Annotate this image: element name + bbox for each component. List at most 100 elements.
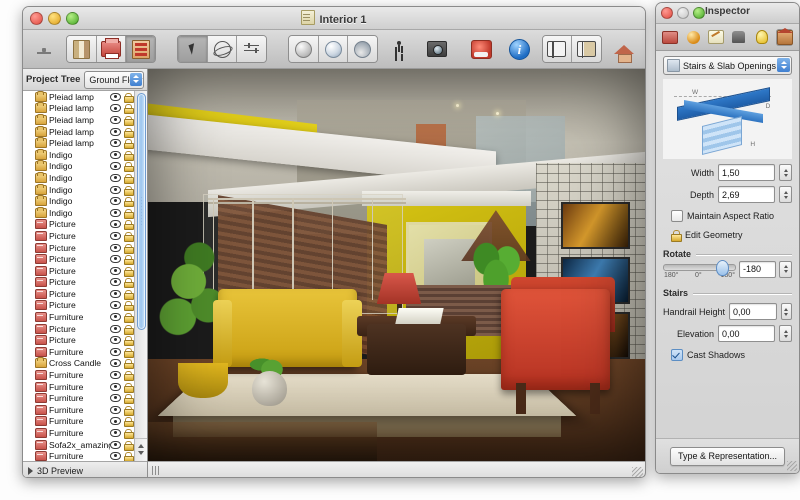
visibility-toggle-icon[interactable] xyxy=(110,313,121,322)
visibility-toggle-icon[interactable] xyxy=(110,440,121,449)
viewport-3d[interactable] xyxy=(148,69,645,461)
tree-item[interactable]: Furniture xyxy=(23,450,135,461)
lock-toggle-icon[interactable] xyxy=(124,104,134,115)
lock-toggle-icon[interactable] xyxy=(124,301,134,312)
visibility-toggle-icon[interactable] xyxy=(110,243,121,252)
toolbar-button-select[interactable] xyxy=(178,36,208,62)
visibility-toggle-icon[interactable] xyxy=(110,197,121,206)
visibility-toggle-icon[interactable] xyxy=(110,115,121,124)
cast-shadows-checkbox[interactable] xyxy=(671,349,683,361)
toolbar-button-scale[interactable] xyxy=(29,35,59,63)
floor-select-stepper[interactable] xyxy=(130,72,142,86)
toolbar-button-objects[interactable] xyxy=(467,35,497,63)
width-input[interactable]: 1,50 xyxy=(718,164,775,181)
project-tree-scrollbar[interactable] xyxy=(134,91,147,461)
tree-item[interactable]: Picture xyxy=(23,334,135,347)
tree-item[interactable]: Furniture xyxy=(23,404,135,416)
tree-item[interactable]: Furniture xyxy=(23,311,135,324)
floor-select[interactable]: Ground Floor xyxy=(84,70,144,89)
tree-item[interactable]: Pleiad lamp xyxy=(23,137,135,150)
category-select[interactable]: Stairs & Slab Openings xyxy=(663,56,792,75)
tab-lights[interactable] xyxy=(753,29,770,46)
toolbar-button-render-matte[interactable] xyxy=(289,36,319,62)
toolbar-button-info[interactable]: i xyxy=(504,35,534,63)
tree-item[interactable]: Indigo xyxy=(23,206,135,219)
lock-toggle-icon[interactable] xyxy=(124,382,134,393)
visibility-toggle-icon[interactable] xyxy=(110,173,121,182)
lock-toggle-icon[interactable] xyxy=(124,92,134,103)
lock-toggle-icon[interactable] xyxy=(124,417,134,428)
visibility-toggle-icon[interactable] xyxy=(110,231,121,240)
lock-toggle-icon[interactable] xyxy=(124,266,134,277)
lock-toggle-icon[interactable] xyxy=(124,197,134,208)
toolbar-button-render-shadow[interactable] xyxy=(348,36,377,62)
tree-item[interactable]: Picture xyxy=(23,300,135,312)
tree-item[interactable]: Furniture xyxy=(23,369,135,382)
tab-camera[interactable] xyxy=(730,29,747,46)
toolbar-button-render-glossy[interactable] xyxy=(318,36,349,62)
tab-materials[interactable] xyxy=(685,29,702,46)
toolbar-button-camera[interactable] xyxy=(422,35,452,63)
scrollbar-arrows[interactable] xyxy=(135,438,147,461)
toolbar-button-split-view[interactable] xyxy=(542,36,573,62)
tab-furniture[interactable] xyxy=(662,29,679,46)
toolbar-button-render-view[interactable] xyxy=(572,36,601,62)
tree-item[interactable]: Pleiad lamp xyxy=(23,102,135,115)
visibility-toggle-icon[interactable] xyxy=(110,150,121,159)
visibility-toggle-icon[interactable] xyxy=(110,139,121,148)
tree-item[interactable]: Picture xyxy=(23,288,135,300)
lock-toggle-icon[interactable] xyxy=(124,231,134,242)
lock-toggle-icon[interactable] xyxy=(124,150,134,161)
tree-item[interactable]: Furniture xyxy=(23,392,135,405)
lock-toggle-icon[interactable] xyxy=(124,139,134,150)
inspector-resize-handle[interactable] xyxy=(787,461,797,471)
visibility-toggle-icon[interactable] xyxy=(110,405,121,414)
scrollbar-grip[interactable] xyxy=(152,466,160,475)
visibility-toggle-icon[interactable] xyxy=(110,301,121,310)
toolbar-button-walkthrough[interactable] xyxy=(385,35,415,63)
preview-toggle[interactable]: 3D Preview xyxy=(23,461,147,477)
inspector-titlebar[interactable]: Inspector xyxy=(656,3,799,24)
lock-toggle-icon[interactable] xyxy=(124,313,134,324)
visibility-toggle-icon[interactable] xyxy=(110,371,121,380)
visibility-toggle-icon[interactable] xyxy=(110,208,121,217)
lock-toggle-icon[interactable] xyxy=(124,440,134,451)
visibility-toggle-icon[interactable] xyxy=(110,162,121,171)
lock-toggle-icon[interactable] xyxy=(124,127,134,138)
project-tree-body[interactable]: Pleiad lamp Pleiad lamp Pleiad lamp Pleiad … xyxy=(23,91,147,461)
tree-item[interactable]: Sofa2x_amazing xyxy=(23,439,135,451)
lock-toggle-icon[interactable] xyxy=(124,371,134,382)
elevation-stepper[interactable] xyxy=(779,325,792,342)
tree-item[interactable]: Picture xyxy=(23,265,135,277)
tree-item[interactable]: Furniture xyxy=(23,427,135,440)
tab-building[interactable] xyxy=(776,27,794,46)
visibility-toggle-icon[interactable] xyxy=(110,278,121,287)
visibility-toggle-icon[interactable] xyxy=(110,394,121,403)
toolbar-button-orbit[interactable] xyxy=(207,36,238,62)
lock-toggle-icon[interactable] xyxy=(124,359,134,370)
tree-item[interactable]: Furniture xyxy=(23,416,135,428)
tree-item[interactable]: Picture xyxy=(23,230,135,242)
tree-item[interactable]: Indigo xyxy=(23,183,135,196)
visibility-toggle-icon[interactable] xyxy=(110,359,121,368)
cast-shadows-row[interactable]: Cast Shadows xyxy=(663,349,792,361)
visibility-toggle-icon[interactable] xyxy=(110,266,121,275)
tree-item[interactable]: Picture xyxy=(23,219,135,231)
lock-toggle-icon[interactable] xyxy=(124,255,134,266)
lock-toggle-icon[interactable] xyxy=(124,452,134,461)
lock-toggle-icon[interactable] xyxy=(124,405,134,416)
visibility-toggle-icon[interactable] xyxy=(110,324,121,333)
project-tree-list[interactable]: Pleiad lamp Pleiad lamp Pleiad lamp Pleiad … xyxy=(23,91,135,461)
tree-item[interactable]: Picture xyxy=(23,323,135,335)
toolbar-button-print[interactable] xyxy=(96,36,127,62)
maintain-aspect-checkbox[interactable] xyxy=(671,210,683,222)
category-select-stepper[interactable] xyxy=(777,58,790,72)
tree-item[interactable]: Cross Candle xyxy=(23,357,135,370)
depth-stepper[interactable] xyxy=(779,186,792,203)
visibility-toggle-icon[interactable] xyxy=(110,104,121,113)
visibility-toggle-icon[interactable] xyxy=(110,429,121,438)
toolbar-button-home-view[interactable] xyxy=(609,35,639,63)
width-stepper[interactable] xyxy=(779,164,792,181)
tab-edit[interactable] xyxy=(708,29,725,46)
tree-item[interactable]: Indigo xyxy=(23,148,135,161)
